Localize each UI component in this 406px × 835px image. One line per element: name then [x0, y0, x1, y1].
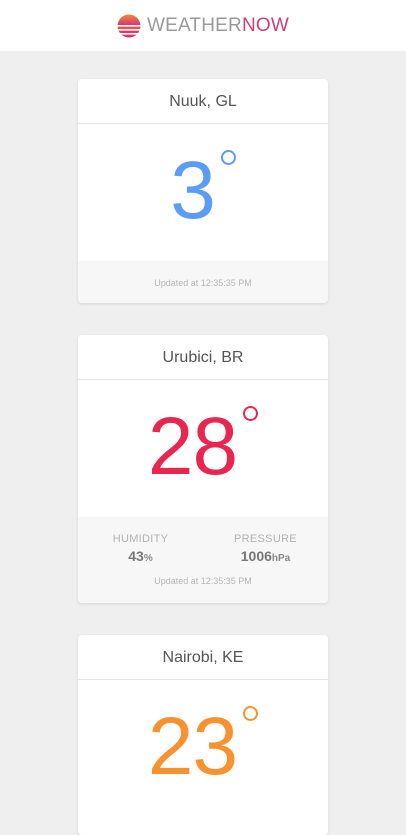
temperature-number: 28 [147, 401, 238, 492]
card-footer: Updated at 12:35:35 PM [78, 261, 328, 303]
brand-name-part1: WEATHER [146, 14, 242, 36]
app-header: WEATHERNOW [0, 0, 406, 51]
updated-timestamp: Updated at 12:35:35 PM [154, 278, 252, 288]
weather-card-nuuk[interactable]: Nuuk, GL 3 Updated at 12:35:35 PM [78, 79, 328, 303]
humidity-stat: HUMIDITY 43% [78, 533, 203, 567]
weather-card-nairobi[interactable]: Nairobi, KE 23 [78, 635, 328, 835]
card-footer: HUMIDITY 43% PRESSURE 1006hPa Updated at… [78, 517, 328, 603]
humidity-unit: % [143, 553, 153, 564]
city-name: Urubici, BR [78, 335, 328, 380]
brand-logo[interactable]: WEATHERNOW [117, 14, 289, 38]
temperature-value: 28 [78, 392, 328, 502]
temperature-area: 28 [78, 380, 328, 517]
updated-timestamp: Updated at 12:35:35 PM [154, 576, 252, 586]
pressure-unit: hPa [271, 553, 291, 564]
degree-icon [243, 706, 259, 721]
pressure-value-row: 1006hPa [203, 548, 328, 567]
humidity-value: 43 [128, 548, 144, 564]
weather-card-urubici[interactable]: Urubici, BR 28 HUMIDITY 43% PRESSURE 100… [78, 335, 328, 603]
degree-icon [243, 406, 259, 421]
city-name: Nuuk, GL [78, 79, 328, 124]
temperature-area: 23 [78, 680, 328, 817]
humidity-label: HUMIDITY [112, 533, 169, 545]
degree-icon [220, 150, 236, 165]
brand-name: WEATHERNOW [147, 15, 289, 37]
temperature-number: 23 [147, 701, 238, 792]
pressure-stat: PRESSURE 1006hPa [203, 533, 328, 567]
temperature-area: 3 [78, 124, 328, 261]
pressure-value: 1006 [240, 548, 272, 564]
sunset-icon [117, 14, 141, 37]
city-name: Nairobi, KE [78, 635, 328, 680]
brand-name-part2: NOW [241, 14, 290, 36]
humidity-value-row: 43% [78, 548, 203, 567]
temperature-number: 3 [170, 145, 216, 236]
pressure-label: PRESSURE [234, 533, 297, 545]
temperature-value: 3 [78, 136, 328, 246]
temperature-value: 23 [78, 692, 328, 802]
weather-stats: HUMIDITY 43% PRESSURE 1006hPa [78, 517, 328, 567]
